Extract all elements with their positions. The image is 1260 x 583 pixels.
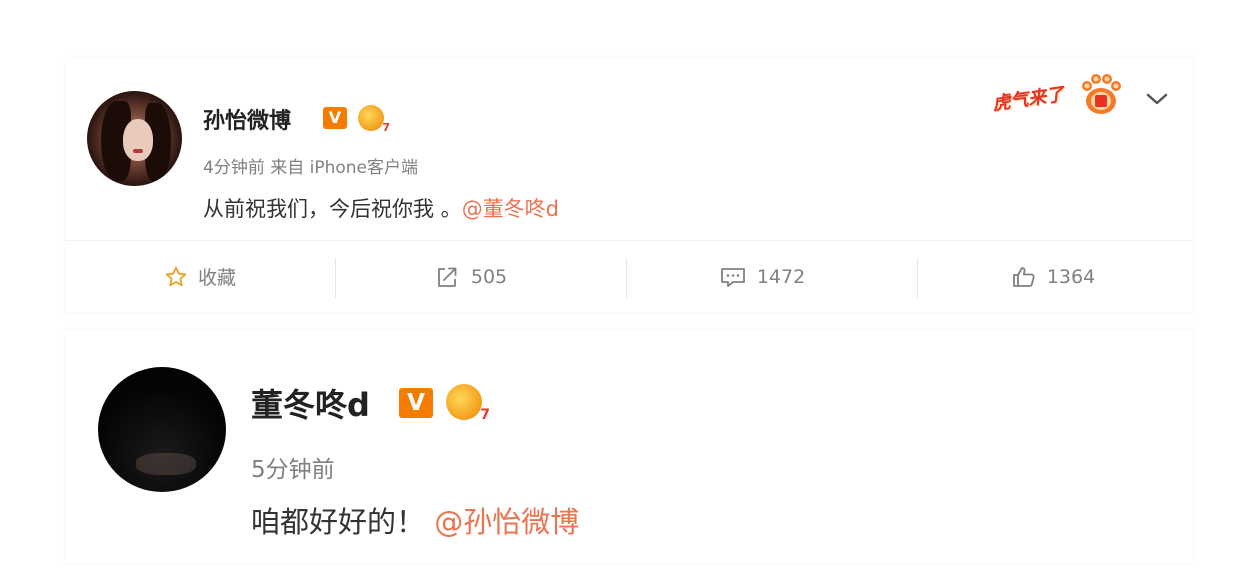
star-icon [164, 265, 188, 289]
verified-badge: V [399, 388, 433, 418]
crown-icon: 7 [446, 384, 490, 423]
favorite-label: 收藏 [197, 267, 236, 289]
weibo-post-card: 董冬咚d V 7 5分钟前 咱都好好的！ @孙怡微博 [65, 330, 1193, 563]
weibo-screenshot: 孙怡微博 V 7 4分钟前 来自 iPhone客户端 从前祝我们，今后祝你我 。… [0, 0, 1260, 583]
like-count: 1364 [1046, 265, 1096, 288]
post-meta: 5分钟前 [251, 457, 335, 483]
verified-badge: V [323, 107, 347, 129]
username[interactable]: 孙怡微博 [203, 103, 291, 135]
like-icon [1011, 265, 1037, 289]
repost-count: 505 [470, 265, 508, 288]
crown-icon: 7 [358, 105, 390, 134]
post-text: 从前祝我们，今后祝你我 。 [203, 197, 462, 221]
post-meta: 4分钟前 来自 iPhone客户端 [203, 158, 419, 178]
comment-count: 1472 [756, 265, 806, 288]
comment-button[interactable]: 1472 [627, 241, 897, 312]
chevron-down-icon[interactable] [1145, 89, 1169, 109]
avatar[interactable] [87, 91, 182, 186]
action-bar: 收藏 505 1472 1364 [65, 241, 1193, 312]
promo-text: 虎气来了 [991, 84, 1066, 115]
mention-link[interactable]: @董冬咚d [462, 197, 559, 221]
post-text: 咱都好好的！ [251, 505, 426, 539]
mention-link[interactable]: @孙怡微博 [434, 505, 579, 539]
promo-sticker: 虎气来了 [990, 63, 1130, 123]
avatar[interactable] [98, 367, 226, 492]
favorite-button[interactable]: 收藏 [65, 241, 335, 312]
post-content: 咱都好好的！ @孙怡微博 [251, 499, 579, 541]
comment-icon [719, 265, 747, 289]
paw-icon [1082, 74, 1121, 114]
like-button[interactable]: 1364 [918, 241, 1188, 312]
post-content: 从前祝我们，今后祝你我 。@董冬咚d [203, 193, 559, 223]
weibo-post-card: 孙怡微博 V 7 4分钟前 来自 iPhone客户端 从前祝我们，今后祝你我 。… [65, 57, 1193, 312]
repost-icon [435, 265, 461, 289]
username[interactable]: 董冬咚d [251, 380, 370, 426]
repost-button[interactable]: 505 [336, 241, 606, 312]
